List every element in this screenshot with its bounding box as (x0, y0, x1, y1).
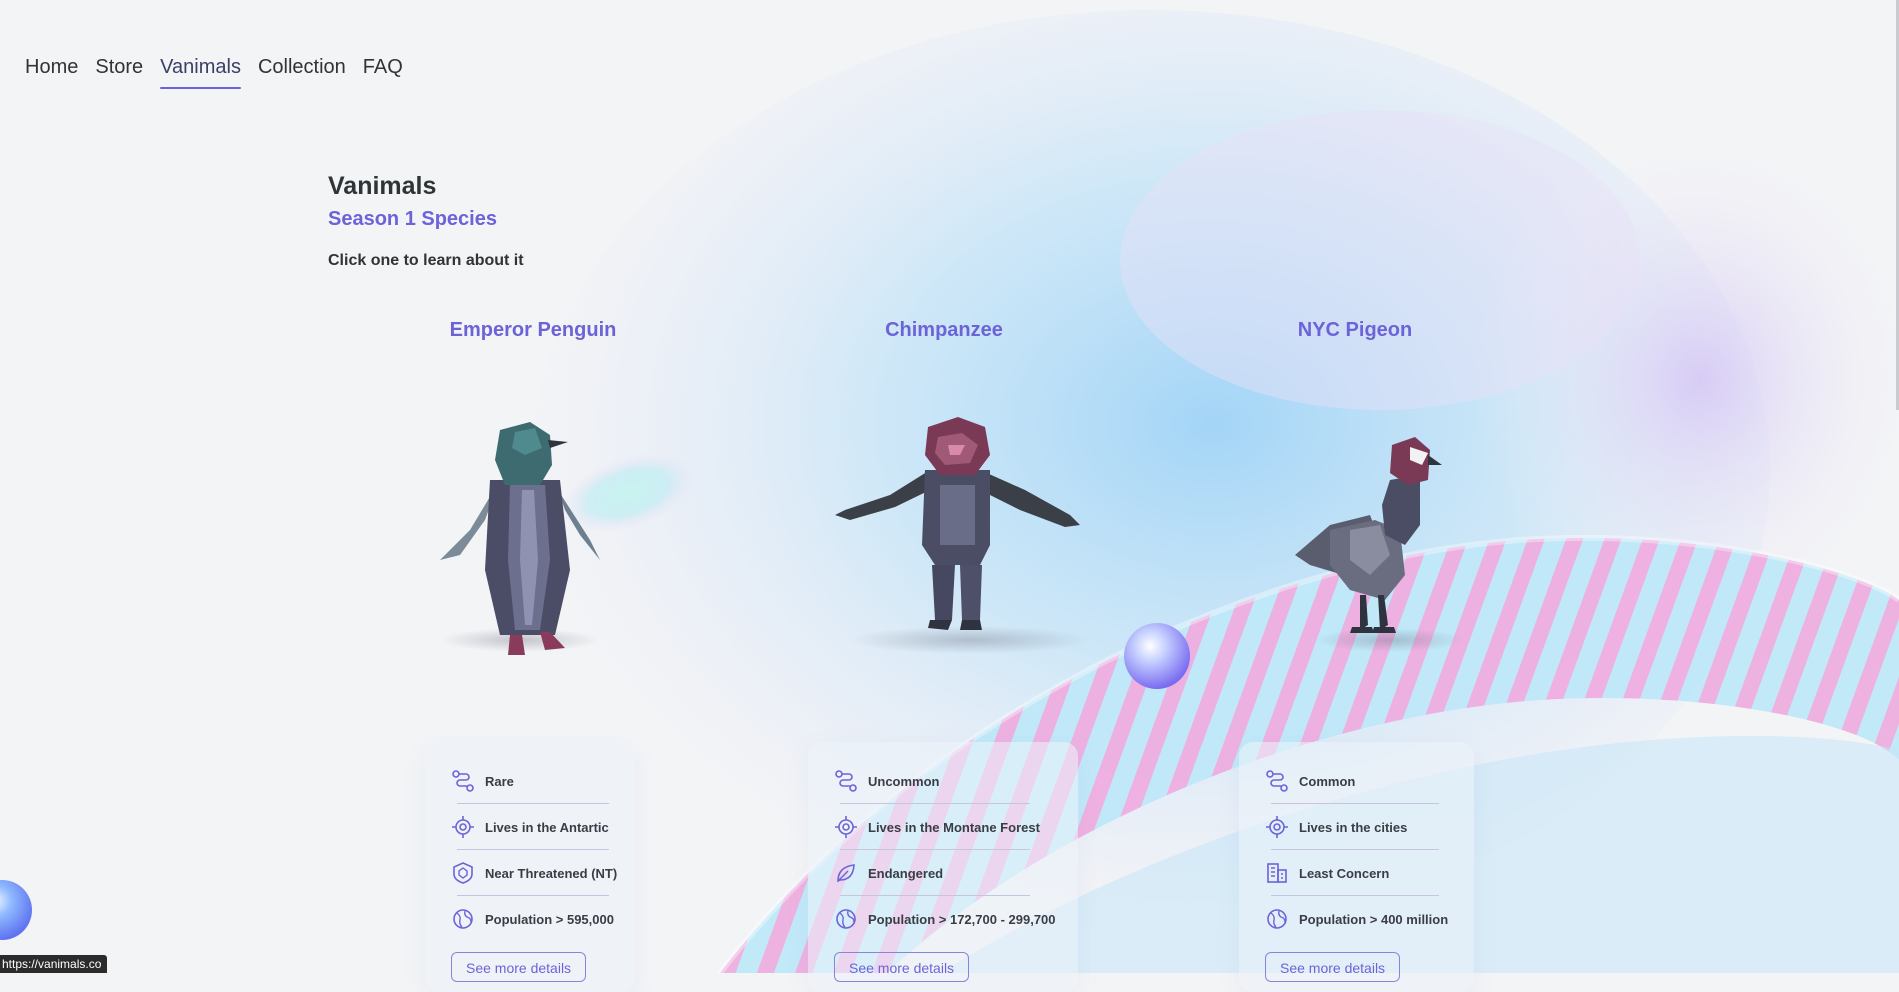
card-row-habitat: Lives in the Montane Forest (834, 815, 1040, 839)
card-row-rarity: Rare (451, 769, 514, 793)
card-row-status: Near Threatened (NT) (451, 861, 617, 885)
status-url: https://vanimals.co (0, 955, 108, 973)
divider (1271, 803, 1439, 804)
top-nav: Home Store Vanimals Collection FAQ (25, 52, 420, 89)
status-text: Near Threatened (NT) (485, 865, 618, 881)
divider (840, 803, 1030, 804)
card-row-population: Population > 172,700 - 299,700 (834, 907, 1056, 931)
card-row-rarity: Common (1265, 769, 1355, 793)
building-icon (1267, 863, 1287, 883)
habitat-text: Lives in the Montane Forest (868, 819, 1040, 835)
rarity-text: Uncommon (868, 773, 940, 789)
divider (457, 849, 609, 850)
card-row-habitat: Lives in the Antartic (451, 815, 609, 839)
population-text: Population > 400 million (1299, 911, 1449, 927)
divider (457, 895, 609, 896)
divider (840, 895, 1030, 896)
globe-icon (1267, 909, 1287, 929)
nav-faq[interactable]: FAQ (363, 52, 403, 89)
see-more-details-button-chimpanzee[interactable]: See more details (834, 952, 970, 982)
card-row-habitat: Lives in the cities (1265, 815, 1407, 839)
nav-store[interactable]: Store (95, 52, 143, 89)
nav-vanimals[interactable]: Vanimals (160, 52, 241, 89)
species-name-penguin[interactable]: Emperor Penguin (450, 319, 617, 342)
population-text: Population > 172,700 - 299,700 (868, 911, 1056, 927)
rarity-text: Rare (485, 773, 514, 789)
route-icon (835, 770, 857, 792)
status-text: Least Concern (1299, 865, 1390, 881)
globe-icon (453, 909, 473, 929)
population-text: Population > 595,000 (485, 911, 614, 927)
card-row-rarity: Uncommon (834, 769, 940, 793)
divider (1271, 849, 1439, 850)
pigeon-model[interactable] (1290, 435, 1460, 645)
shield-icon (453, 862, 473, 884)
chimpanzee-model[interactable] (830, 415, 1085, 645)
species-name-chimpanzee[interactable]: Chimpanzee (885, 319, 1003, 342)
card-row-population: Population > 400 million (1265, 907, 1448, 931)
species-card-pigeon: Common Lives in the cities Least Concern… (1239, 742, 1474, 992)
species-card-chimpanzee: Uncommon Lives in the Montane Forest End… (808, 742, 1078, 992)
species-name-pigeon[interactable]: NYC Pigeon (1298, 319, 1412, 342)
leaf-icon (837, 864, 855, 883)
page-hint: Click one to learn about it (328, 252, 524, 269)
see-more-details-button-penguin[interactable]: See more details (451, 952, 587, 982)
penguin-model[interactable] (430, 410, 610, 660)
card-row-status: Endangered (834, 861, 943, 885)
species-card-penguin: Rare Lives in the Antartic Near Threaten… (425, 742, 635, 992)
divider (840, 849, 1030, 850)
divider (1271, 895, 1439, 896)
habitat-text: Lives in the Antartic (485, 819, 609, 835)
nav-home[interactable]: Home (25, 52, 78, 89)
page-subtitle: Season 1 Species (328, 208, 497, 230)
card-row-status: Least Concern (1265, 861, 1389, 885)
status-text: Endangered (868, 865, 944, 881)
divider (457, 803, 609, 804)
card-row-population: Population > 595,000 (451, 907, 614, 931)
globe-icon (836, 909, 856, 929)
target-icon (452, 816, 474, 838)
target-icon (1266, 816, 1288, 838)
nav-collection[interactable]: Collection (258, 52, 346, 89)
rarity-text: Common (1299, 773, 1356, 789)
page-title: Vanimals (328, 172, 437, 200)
route-icon (1266, 770, 1288, 792)
route-icon (452, 770, 474, 792)
target-icon (835, 816, 857, 838)
habitat-text: Lives in the cities (1299, 819, 1408, 835)
see-more-details-button-pigeon[interactable]: See more details (1265, 952, 1401, 982)
